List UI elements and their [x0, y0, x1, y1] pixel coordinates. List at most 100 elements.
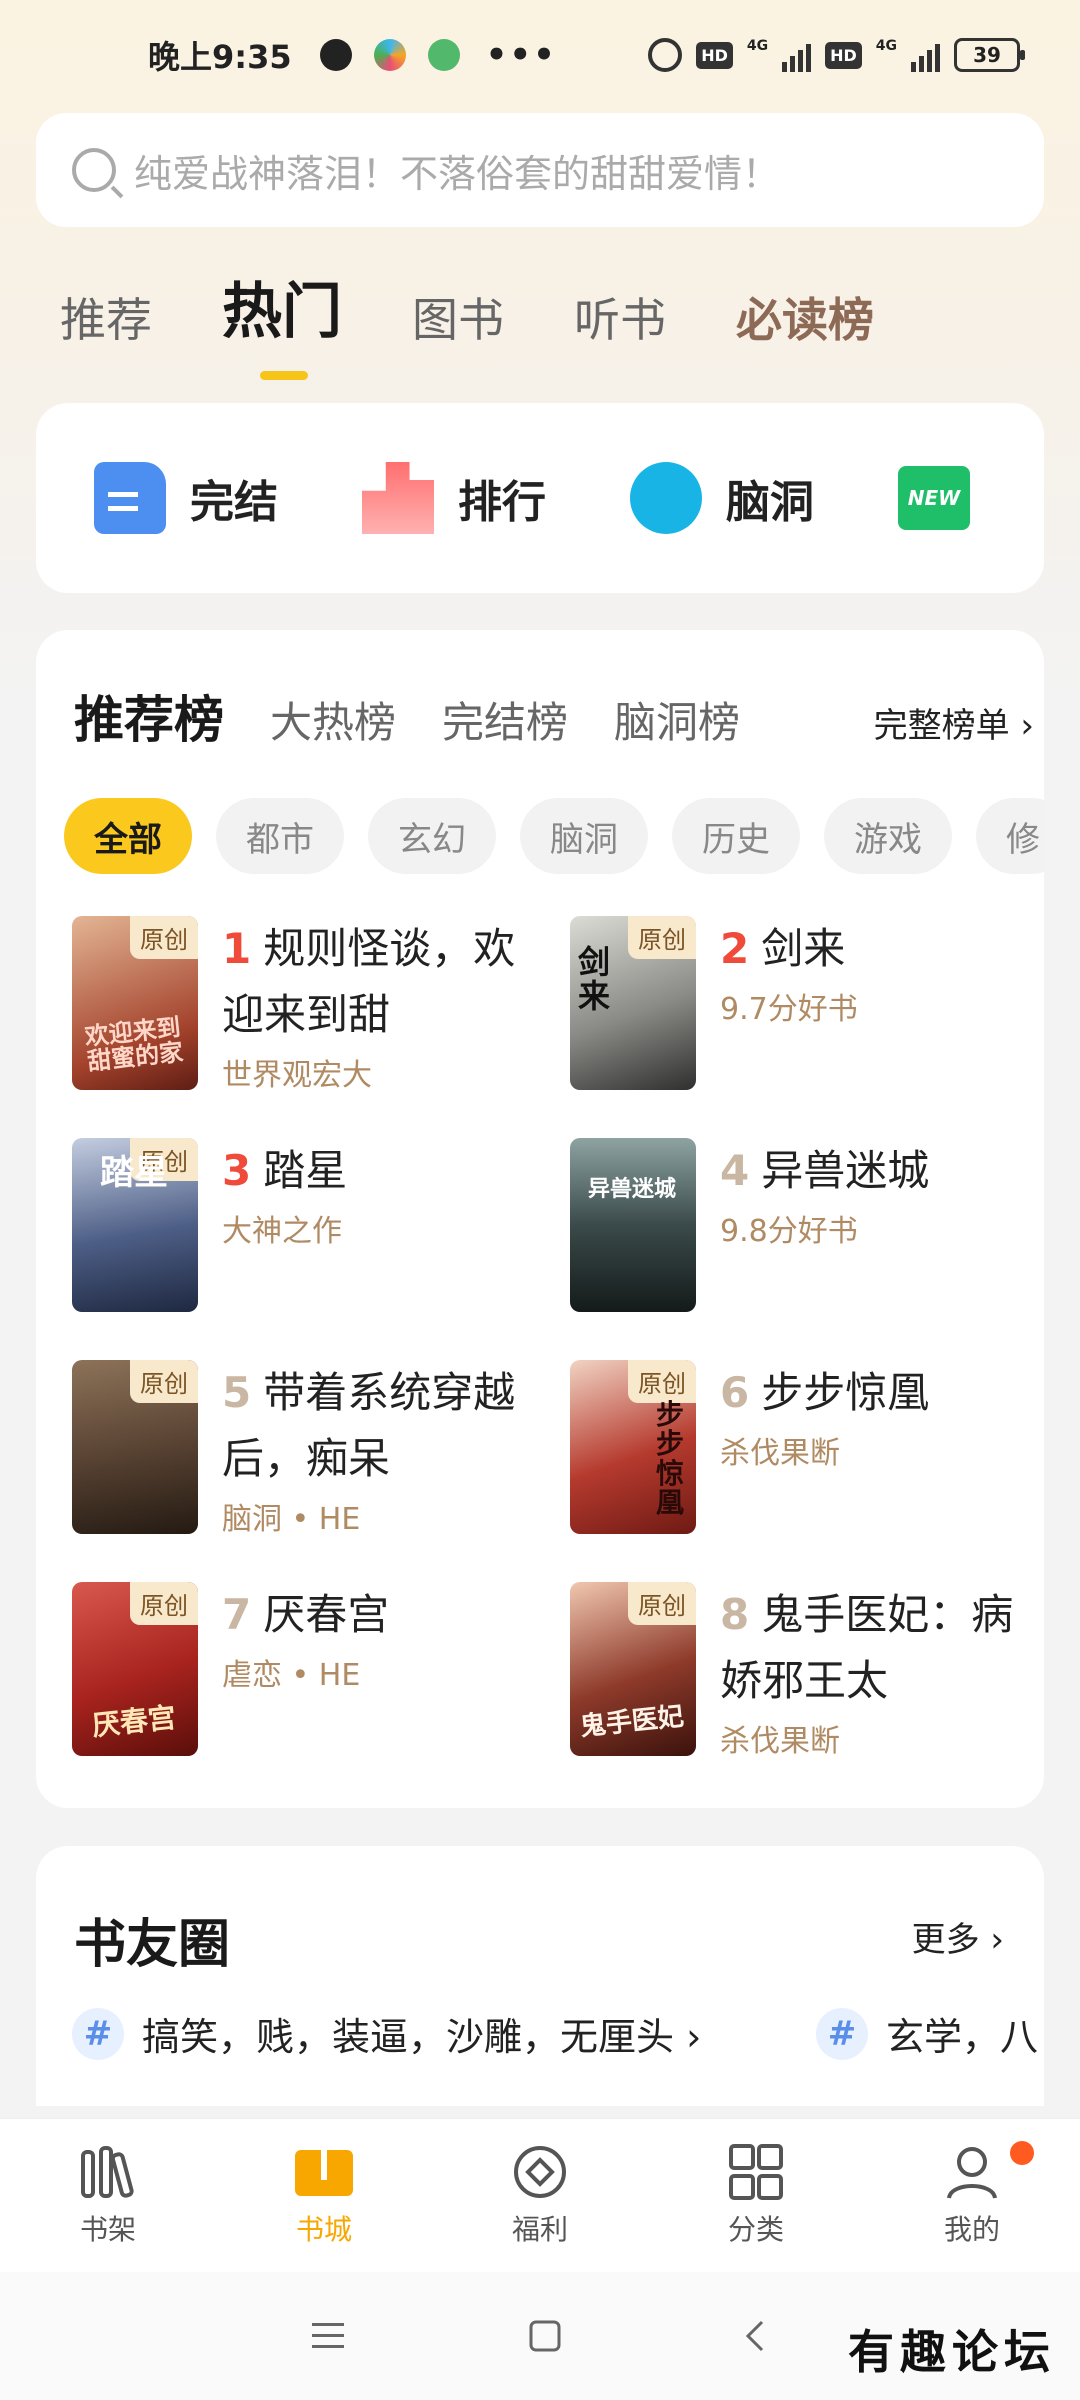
book-tag: 9.8分好书 — [720, 1214, 858, 1249]
chip-brain[interactable]: 脑洞 — [520, 798, 648, 874]
tab-audiobooks[interactable]: 听书 — [574, 284, 666, 350]
book-rank: 8 — [720, 1590, 750, 1639]
book-cover: 原创 厌春宫 — [72, 1582, 198, 1756]
cover-title: 鬼手医妃 — [578, 1701, 686, 1743]
nav-label: 书城 — [295, 2212, 352, 2246]
app-notification-icon — [373, 39, 406, 71]
chip-history[interactable]: 历史 — [672, 798, 800, 874]
nav-categories[interactable]: 分类 — [648, 2119, 864, 2272]
podium-icon — [362, 462, 434, 534]
tab-brain-list[interactable]: 脑洞榜 — [614, 689, 740, 750]
book-item[interactable]: 原创 鬼手医妃 8 鬼手医妃：病娇邪王太 杀伐果断 — [570, 1582, 1040, 1772]
book-title: 规则怪谈，欢迎来到甜 — [222, 924, 516, 1039]
original-badge: 原创 — [628, 1360, 696, 1403]
battery-icon: 39 — [954, 38, 1025, 72]
user-icon — [947, 2146, 997, 2199]
book-item[interactable]: 原创 厌春宫 7 厌春宫 虐恋 • HE — [72, 1582, 542, 1772]
book-item[interactable]: 原创 踏星 3 踏星 大神之作 — [72, 1138, 542, 1328]
entry-label: 脑洞 — [726, 477, 814, 528]
topic-item[interactable]: # 搞笑，贱，装逼，沙雕，无厘头 › — [72, 2006, 701, 2061]
book-title-line: 8 鬼手医妃：病娇邪王太 — [720, 1582, 1020, 1714]
original-badge: 原创 — [628, 1582, 696, 1625]
topic-label: 玄学，八 — [886, 2015, 1039, 2059]
book-cover: 原创 踏星 — [72, 1138, 198, 1312]
original-badge: 原创 — [130, 1360, 198, 1403]
chip-fantasy[interactable]: 玄幻 — [368, 798, 496, 874]
original-badge: 原创 — [130, 1582, 198, 1625]
nav-label: 我的 — [943, 2212, 1000, 2246]
back-icon[interactable] — [742, 2318, 768, 2354]
tab-books[interactable]: 图书 — [412, 284, 504, 350]
book-title: 步步惊凰 — [761, 1368, 930, 1417]
book-title: 剑来 — [761, 924, 846, 973]
home-icon[interactable] — [528, 2319, 562, 2353]
bookshelf-icon — [81, 2145, 134, 2198]
book-rank: 2 — [720, 924, 750, 973]
status-time: 晚上9:35 — [148, 38, 292, 76]
book-item[interactable]: 原创 欢迎来到甜蜜的家 1 规则怪谈，欢迎来到甜 世界观宏大 — [72, 916, 542, 1106]
chip-cultivation[interactable]: 修 — [976, 798, 1044, 874]
book-cover: 原创 步步惊凰 — [570, 1360, 696, 1534]
book-tag: 虐恋 • HE — [222, 1658, 361, 1693]
more-link[interactable]: 更多 › — [912, 1912, 1004, 1961]
book-title-line: 5 带着系统穿越后，痴呆 — [222, 1360, 522, 1492]
tab-completed-list[interactable]: 完结榜 — [442, 689, 568, 750]
book-rank: 6 — [720, 1368, 750, 1417]
book-friends-section: 书友圈 更多 › # 搞笑，贱，装逼，沙雕，无厘头 › # 玄学，八 — [36, 1846, 1044, 2106]
book-cover: 原创 鬼手医妃 — [570, 1582, 696, 1756]
entry-ranking[interactable]: 排行 — [362, 462, 546, 534]
tab-hot[interactable]: 热门 — [222, 263, 342, 380]
book-cover: 原创 — [72, 1360, 198, 1534]
book-rank: 4 — [720, 1146, 750, 1195]
topic-label: 搞笑，贱，装逼，沙雕，无厘头 › — [142, 2015, 702, 2059]
more-notifications-icon: ••• — [485, 35, 557, 75]
book-tag: 9.7分好书 — [720, 992, 858, 1027]
nav-profile[interactable]: 我的 — [864, 2119, 1080, 2272]
chip-urban[interactable]: 都市 — [216, 798, 344, 874]
ranking-tabs: 推荐榜 大热榜 完结榜 脑洞榜 完整榜单 › — [74, 680, 1034, 752]
nav-rewards[interactable]: 福利 — [432, 2119, 648, 2272]
search-bar[interactable]: 纯爱战神落泪！不落俗套的甜甜爱情！ — [36, 113, 1044, 227]
entry-new[interactable]: NEW — [898, 466, 994, 530]
nav-label: 福利 — [511, 2212, 568, 2246]
entry-label: 排行 — [458, 477, 546, 528]
book-title: 鬼手医妃：病娇邪王太 — [720, 1590, 1014, 1705]
watermark: 有趣论坛 — [848, 2325, 1056, 2379]
tab-hot-list[interactable]: 大热榜 — [270, 689, 396, 750]
chip-game[interactable]: 游戏 — [824, 798, 952, 874]
nav-bookshelf[interactable]: 书架 — [0, 2119, 216, 2272]
book-cover: 原创 剑来 — [570, 916, 696, 1090]
hd-icon: HD — [696, 41, 733, 69]
book-title-line: 3 踏星 — [222, 1138, 522, 1204]
book-cover: 异兽迷城 — [570, 1138, 696, 1312]
tab-recommend-list[interactable]: 推荐榜 — [74, 680, 224, 752]
search-placeholder: 纯爱战神落泪！不落俗套的甜甜爱情！ — [134, 151, 781, 196]
book-tag: 大神之作 — [222, 1214, 342, 1249]
genre-chips: 全部 都市 玄幻 脑洞 历史 游戏 修 — [64, 798, 1044, 874]
nav-bookstore[interactable]: 书城 — [216, 2119, 432, 2272]
tab-must-read[interactable]: 必读榜 — [736, 284, 874, 350]
book-item[interactable]: 异兽迷城 4 异兽迷城 9.8分好书 — [570, 1138, 1040, 1328]
hd-icon-2: HD — [825, 41, 862, 69]
grid-icon — [729, 2143, 783, 2200]
book-tag: 世界观宏大 — [222, 1058, 372, 1093]
original-badge: 原创 — [130, 916, 198, 959]
topic-item[interactable]: # 玄学，八 — [816, 2006, 1038, 2061]
top-tabs: 推荐 热门 图书 听书 必读榜 — [60, 270, 944, 380]
entry-brain[interactable]: 脑洞 — [630, 462, 814, 534]
book-item[interactable]: 原创 5 带着系统穿越后，痴呆 脑洞 • HE — [72, 1360, 542, 1550]
entry-completed[interactable]: 完结 — [94, 462, 278, 534]
hashtag-icon: # — [72, 2007, 124, 2060]
coin-diamond-icon — [514, 2145, 566, 2198]
book-tag: 脑洞 • HE — [222, 1502, 361, 1537]
cover-title: 异兽迷城 — [587, 1177, 676, 1202]
book-item[interactable]: 原创 步步惊凰 6 步步惊凰 杀伐果断 — [570, 1360, 1040, 1550]
network-type-2: 4G — [875, 38, 897, 54]
tab-recommend[interactable]: 推荐 — [60, 284, 152, 350]
chip-all[interactable]: 全部 — [64, 798, 192, 874]
full-list-link[interactable]: 完整榜单 › — [874, 698, 1034, 747]
menu-icon[interactable] — [312, 2321, 348, 2351]
book-title-line: 4 异兽迷城 — [720, 1138, 1020, 1204]
notification-dot — [1010, 2141, 1034, 2165]
book-item[interactable]: 原创 剑来 2 剑来 9.7分好书 — [570, 916, 1040, 1106]
